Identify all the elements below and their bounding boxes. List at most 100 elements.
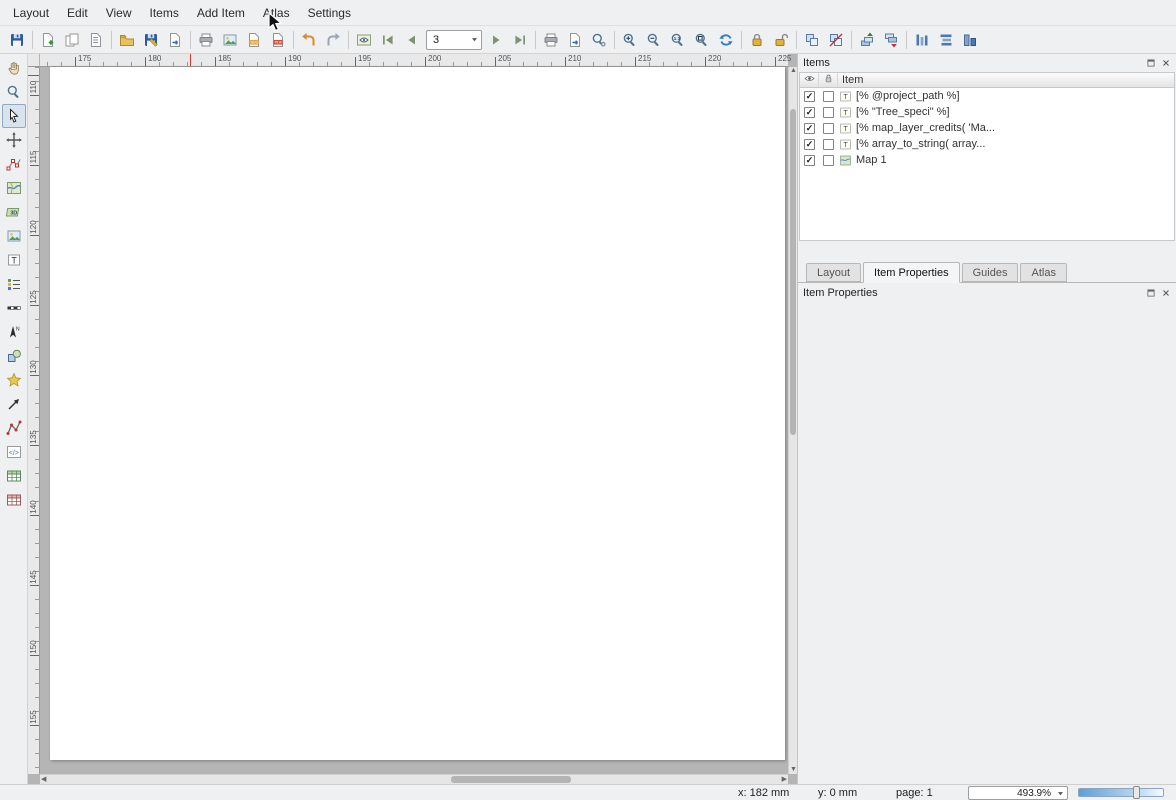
raise-selected-items-button[interactable] <box>856 29 878 51</box>
atlas-last-feature-button[interactable] <box>509 29 531 51</box>
zoom-full-extent-button[interactable] <box>691 29 713 51</box>
scroll-down-icon[interactable]: ▼ <box>790 766 797 774</box>
export-as-image-button[interactable] <box>219 29 241 51</box>
resize-selected-items-button[interactable] <box>959 29 981 51</box>
add-picture-tool[interactable] <box>2 224 26 248</box>
add-3d-map-tool[interactable]: 3D <box>2 200 26 224</box>
zoom-slider-handle[interactable] <box>1133 786 1140 799</box>
add-items-from-template-button[interactable] <box>116 29 138 51</box>
add-map-tool[interactable] <box>2 176 26 200</box>
tab-atlas[interactable]: Atlas <box>1020 263 1066 282</box>
add-fixed-table-tool[interactable] <box>2 488 26 512</box>
export-as-svg-button[interactable]: SVG <box>243 29 265 51</box>
export-atlas-button[interactable] <box>564 29 586 51</box>
layout-canvas[interactable]: 175180185190195200205210215220225 110115… <box>28 54 797 784</box>
item-lock-checkbox[interactable] <box>823 107 834 118</box>
add-legend-tool[interactable] <box>2 272 26 296</box>
zoom-actual-size-button[interactable]: 1:1 <box>667 29 689 51</box>
undo-button[interactable] <box>298 29 320 51</box>
items-table-row[interactable]: ✓T[% @project_path %] <box>800 88 1174 104</box>
add-node-item-tool[interactable] <box>2 416 26 440</box>
layout-manager-button[interactable] <box>85 29 107 51</box>
new-layout-button[interactable] <box>37 29 59 51</box>
group-items-button[interactable] <box>801 29 823 51</box>
print-layout-button[interactable] <box>195 29 217 51</box>
items-table-row[interactable]: ✓T[% map_layer_credits( 'Ma... <box>800 120 1174 136</box>
zoom-slider[interactable] <box>1078 788 1164 797</box>
add-scalebar-tool[interactable] <box>2 296 26 320</box>
menu-atlas[interactable]: Atlas <box>254 1 299 25</box>
refresh-view-button[interactable] <box>715 29 737 51</box>
unlock-all-items-button[interactable] <box>770 29 792 51</box>
zoom-level-combo[interactable]: 493.9% <box>968 786 1068 800</box>
save-as-template-button[interactable] <box>140 29 162 51</box>
atlas-next-feature-button[interactable] <box>485 29 507 51</box>
atlas-previous-feature-button[interactable] <box>401 29 423 51</box>
add-arrow-tool[interactable] <box>2 392 26 416</box>
tab-guides[interactable]: Guides <box>962 263 1019 282</box>
scroll-left-icon[interactable]: ◀ <box>41 776 46 784</box>
items-table-row[interactable]: ✓Map 1 <box>800 152 1174 168</box>
menu-items[interactable]: Items <box>141 1 188 25</box>
visibility-column-header[interactable] <box>800 73 819 87</box>
preview-atlas-button[interactable] <box>353 29 375 51</box>
tab-item-properties[interactable]: Item Properties <box>863 262 960 283</box>
item-lock-checkbox[interactable] <box>823 123 834 134</box>
scroll-right-icon[interactable]: ▶ <box>782 776 787 784</box>
lock-column-header[interactable] <box>819 73 838 87</box>
menu-edit[interactable]: Edit <box>58 1 97 25</box>
print-atlas-button[interactable] <box>540 29 562 51</box>
add-html-tool[interactable]: </> <box>2 440 26 464</box>
atlas-first-feature-button[interactable] <box>377 29 399 51</box>
save-project-button[interactable] <box>6 29 28 51</box>
layout-page[interactable] <box>50 67 785 760</box>
zoom-out-button[interactable] <box>643 29 665 51</box>
items-table-row[interactable]: ✓T[% "Tree_speci" %] <box>800 104 1174 120</box>
item-visibility-checkbox[interactable]: ✓ <box>804 107 815 118</box>
add-shape-tool[interactable] <box>2 344 26 368</box>
item-visibility-checkbox[interactable]: ✓ <box>804 155 815 166</box>
distribute-selected-items-button[interactable] <box>935 29 957 51</box>
item-visibility-checkbox[interactable]: ✓ <box>804 91 815 102</box>
close-panel-icon[interactable] <box>1160 288 1171 299</box>
item-lock-checkbox[interactable] <box>823 155 834 166</box>
item-visibility-checkbox[interactable]: ✓ <box>804 123 815 134</box>
scroll-up-icon[interactable]: ▲ <box>790 67 797 75</box>
select-move-item-tool[interactable] <box>2 104 26 128</box>
float-panel-icon[interactable] <box>1145 58 1156 69</box>
add-north-arrow-tool[interactable]: N <box>2 320 26 344</box>
item-column-header[interactable]: Item <box>838 74 1174 86</box>
export-as-template-button[interactable] <box>164 29 186 51</box>
edit-nodes-item-tool[interactable] <box>2 152 26 176</box>
vertical-scrollbar-thumb[interactable] <box>790 109 796 434</box>
item-visibility-checkbox[interactable]: ✓ <box>804 139 815 150</box>
zoom-in-button[interactable] <box>619 29 641 51</box>
menu-view[interactable]: View <box>97 1 141 25</box>
pan-tool[interactable] <box>2 56 26 80</box>
item-lock-checkbox[interactable] <box>823 139 834 150</box>
vertical-scrollbar[interactable]: ▲ ▼ <box>788 67 797 774</box>
add-marker-tool[interactable] <box>2 368 26 392</box>
menu-settings[interactable]: Settings <box>299 1 360 25</box>
redo-button[interactable] <box>322 29 344 51</box>
lower-selected-items-button[interactable] <box>880 29 902 51</box>
atlas-settings-button[interactable] <box>588 29 610 51</box>
menu-layout[interactable]: Layout <box>4 1 58 25</box>
add-label-tool[interactable]: T <box>2 248 26 272</box>
align-selected-items-button[interactable] <box>911 29 933 51</box>
close-panel-icon[interactable] <box>1160 58 1171 69</box>
atlas-feature-combo[interactable]: 3 <box>426 30 482 50</box>
menu-add-item[interactable]: Add Item <box>188 1 254 25</box>
tab-layout[interactable]: Layout <box>806 263 861 282</box>
add-attribute-table-tool[interactable] <box>2 464 26 488</box>
lock-selected-items-button[interactable] <box>746 29 768 51</box>
move-item-content-tool[interactable] <box>2 128 26 152</box>
horizontal-scrollbar-thumb[interactable] <box>451 776 571 783</box>
items-table-row[interactable]: ✓T[% array_to_string( array... <box>800 136 1174 152</box>
float-panel-icon[interactable] <box>1145 288 1156 299</box>
zoom-tool[interactable] <box>2 80 26 104</box>
ungroup-items-button[interactable] <box>825 29 847 51</box>
export-as-pdf-button[interactable]: PDF <box>267 29 289 51</box>
horizontal-scrollbar[interactable]: ◀ ▶ <box>40 774 788 784</box>
item-lock-checkbox[interactable] <box>823 91 834 102</box>
